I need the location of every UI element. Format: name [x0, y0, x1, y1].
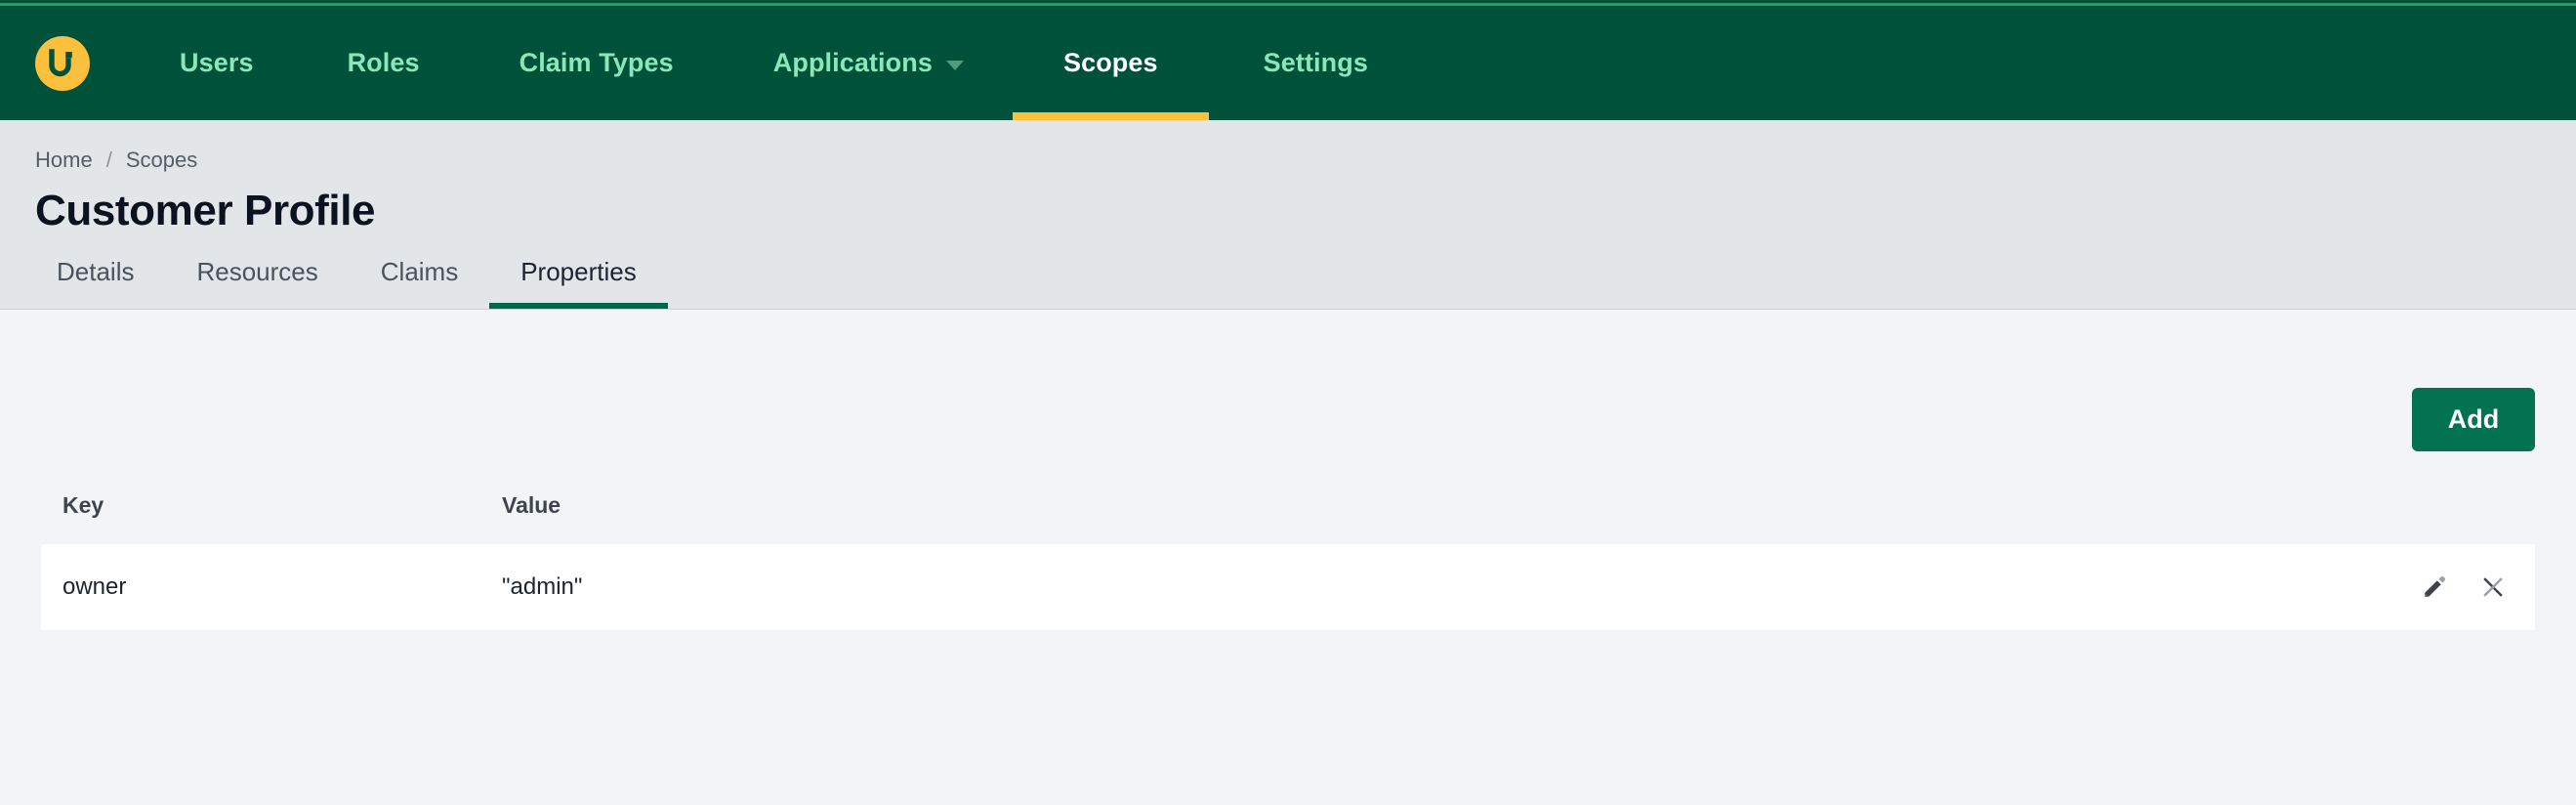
breadcrumb-item-scopes[interactable]: Scopes [126, 148, 197, 173]
nav-item-users[interactable]: Users [158, 6, 297, 120]
column-header-key: Key [62, 492, 104, 518]
properties-table-body: owner "admin" [41, 544, 2535, 630]
table-row: owner "admin" [41, 544, 2535, 630]
chevron-down-icon [945, 61, 964, 70]
properties-toolbar: Add [41, 310, 2535, 451]
properties-table-head: Key Value [41, 492, 2535, 544]
tab-properties[interactable]: Properties [489, 257, 668, 309]
tab-details-label: Details [57, 257, 135, 286]
nav-item-settings-label: Settings [1263, 48, 1368, 77]
cell-actions [2301, 544, 2535, 630]
tab-resources[interactable]: Resources [165, 257, 349, 309]
properties-panel: Add Key Value owner "admin" [0, 310, 2576, 741]
column-header-value: Value [502, 492, 561, 518]
nav-item-users-label: Users [180, 48, 254, 77]
cell-key: owner [41, 544, 480, 630]
breadcrumb: Home / Scopes [0, 148, 2576, 173]
page-header-band: Home / Scopes Customer Profile Details R… [0, 120, 2576, 310]
row-action-group [2322, 574, 2506, 600]
breadcrumb-item-home[interactable]: Home [35, 148, 93, 173]
nav-item-claim-types-label: Claim Types [519, 48, 674, 77]
cell-value: "admin" [480, 544, 2301, 630]
tab-resources-label: Resources [196, 257, 318, 286]
tab-properties-label: Properties [520, 257, 637, 286]
delete-row-button[interactable] [2480, 574, 2506, 600]
tab-bar: Details Resources Claims Properties [0, 257, 2576, 309]
nav-item-applications-label: Applications [772, 48, 933, 77]
column-header-actions [2301, 492, 2535, 544]
add-button[interactable]: Add [2412, 388, 2535, 451]
nav-item-settings[interactable]: Settings [1209, 6, 1417, 120]
tab-claims[interactable]: Claims [350, 257, 489, 309]
page-title: Customer Profile [35, 187, 376, 234]
breadcrumb-separator: / [105, 148, 112, 172]
nav-item-scopes[interactable]: Scopes [1012, 6, 1209, 120]
edit-row-button[interactable] [2422, 574, 2447, 600]
nav-item-scopes-label: Scopes [1062, 48, 1158, 77]
pencil-icon [2422, 574, 2447, 600]
nav-item-claim-types[interactable]: Claim Types [471, 6, 725, 120]
nav-item-roles-label: Roles [347, 48, 420, 77]
nav-item-applications[interactable]: Applications [725, 6, 1013, 120]
properties-table: Key Value owner "admin" [41, 492, 2535, 630]
close-x-icon [2480, 574, 2506, 600]
table-header-row: Key Value [41, 492, 2535, 544]
nav-item-roles[interactable]: Roles [297, 6, 471, 120]
brand-u-logo-icon[interactable] [35, 35, 90, 91]
tab-details[interactable]: Details [35, 257, 165, 309]
main-navigation-bar: Users Roles Claim Types Applications Sco… [0, 6, 2576, 120]
tab-claims-label: Claims [380, 257, 459, 286]
